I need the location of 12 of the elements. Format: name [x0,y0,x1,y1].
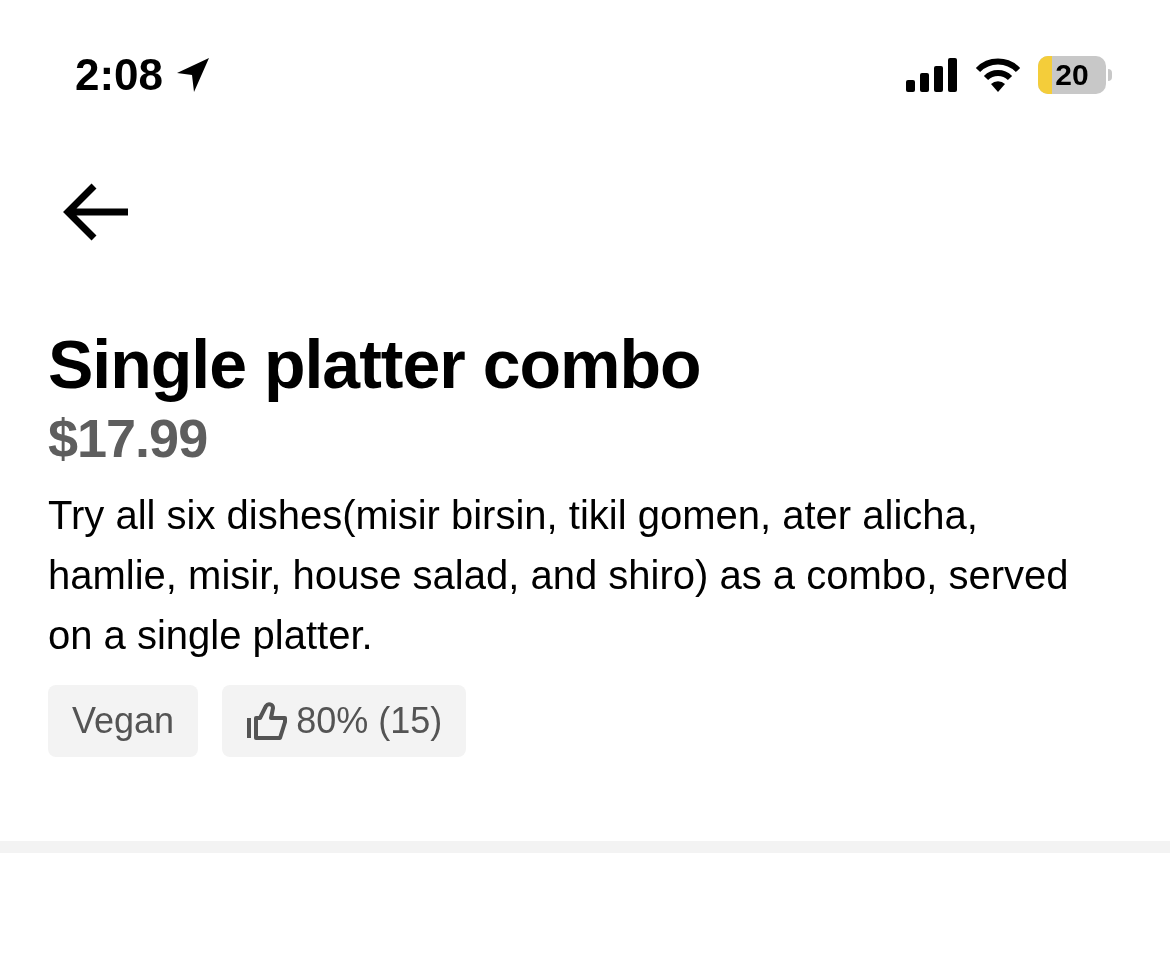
rating-text: 80% (15) [296,698,443,743]
location-arrow-icon [175,56,212,94]
signal-icon [906,58,958,92]
thumbs-up-icon [246,701,289,740]
item-description: Try all six dishes(misir birsin, tikil gomen, ater alicha, hamlie, misir, house salad, and shiro) as a combo, served on a single platter. [48,491,1070,659]
status-time: 2:08 [75,53,164,97]
back-button[interactable] [62,182,130,242]
dietary-tag: Vegan [48,684,199,757]
back-arrow-icon [62,182,130,242]
wifi-icon [974,58,1022,92]
item-title: Single platter combo [48,327,702,402]
item-price: $17.99 [48,406,209,470]
